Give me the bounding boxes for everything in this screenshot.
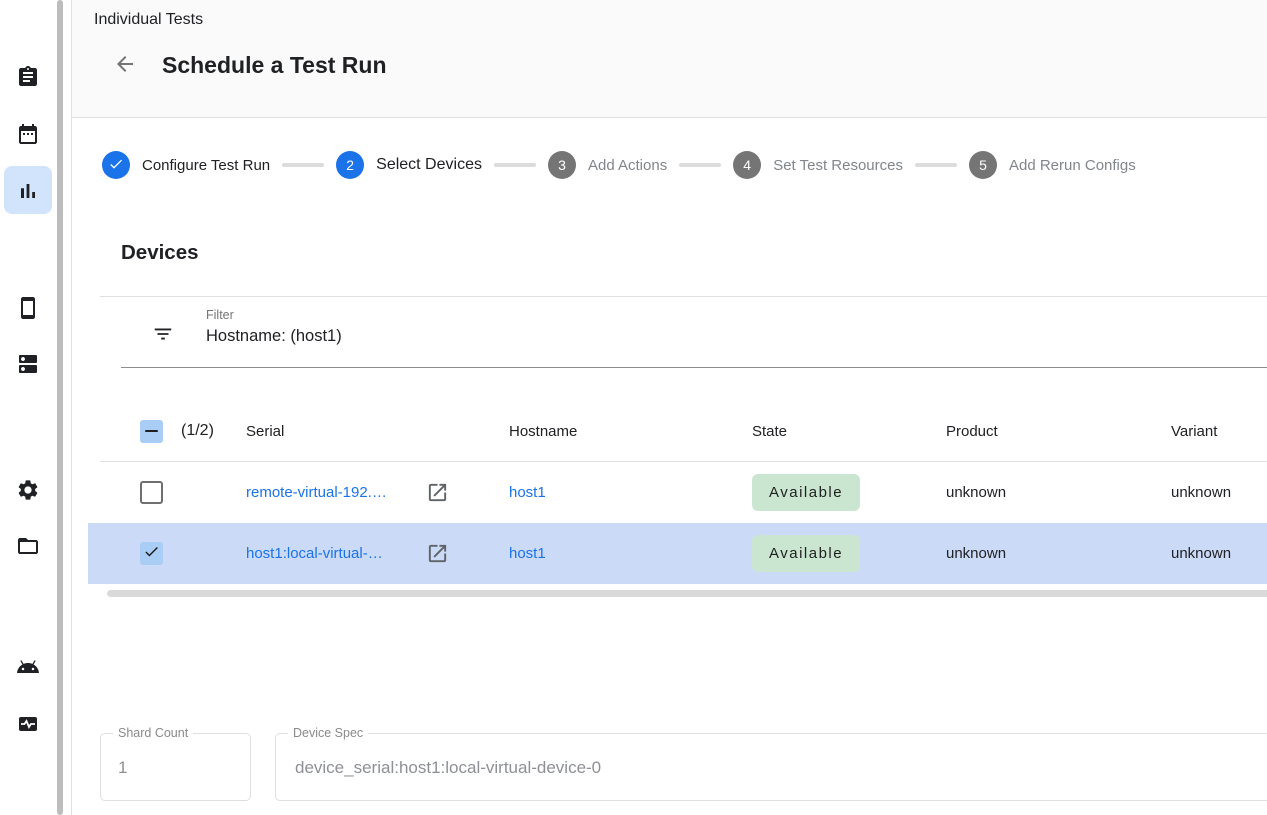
device-product: unknown — [946, 462, 1006, 523]
device-product: unknown — [946, 523, 1006, 584]
select-all-checkbox[interactable] — [140, 420, 163, 443]
step-add-rerun-configs[interactable]: 5 Add Rerun Configs — [969, 151, 1136, 179]
step-2-label: Select Devices — [376, 156, 482, 174]
app-screen: Individual Tests Schedule a Test Run Con… — [0, 0, 1267, 815]
step-4-circle: 4 — [733, 151, 761, 179]
step-select-devices[interactable]: 2 Select Devices — [336, 151, 482, 179]
sidebar-scrollbar[interactable] — [57, 0, 63, 815]
filter-underline — [121, 367, 1267, 368]
state-badge: Available — [752, 535, 860, 572]
check-icon — [108, 156, 124, 175]
horizontal-scrollbar[interactable] — [107, 590, 1267, 597]
step-connector — [282, 163, 324, 167]
row-checkbox-checked[interactable] — [140, 542, 163, 565]
device-variant: unknown — [1171, 462, 1231, 523]
bar-chart-icon[interactable] — [16, 179, 40, 203]
step-connector — [494, 163, 536, 167]
selection-count: (1/2) — [181, 400, 214, 462]
calendar-icon[interactable] — [16, 122, 40, 146]
arrow-back-icon — [113, 63, 137, 80]
device-serial-link[interactable]: remote-virtual-192.… — [246, 484, 387, 501]
state-badge: Available — [752, 474, 860, 511]
column-header-variant: Variant — [1171, 400, 1217, 462]
device-table-header: (1/2) Serial Hostname State Product Vari… — [88, 400, 1267, 462]
device-hostname-link[interactable]: host1 — [509, 484, 546, 501]
step-add-actions[interactable]: 3 Add Actions — [548, 151, 667, 179]
step-configure-test-run[interactable]: Configure Test Run — [102, 151, 270, 179]
step-5-label: Add Rerun Configs — [1009, 157, 1136, 174]
back-button[interactable] — [113, 52, 137, 76]
column-header-product: Product — [946, 400, 998, 462]
step-set-test-resources[interactable]: 4 Set Test Resources — [733, 151, 903, 179]
row-checkbox[interactable] — [140, 481, 163, 504]
step-3-circle: 3 — [548, 151, 576, 179]
column-header-state: State — [752, 400, 787, 462]
folder-icon[interactable] — [16, 534, 40, 558]
device-spec-input[interactable]: device_serial:host1:local-virtual-device… — [295, 758, 601, 778]
device-hostname-link[interactable]: host1 — [509, 545, 546, 562]
devices-heading: Devices — [121, 241, 199, 265]
indeterminate-dash-icon — [145, 430, 158, 433]
device-row[interactable]: remote-virtual-192.… host1 Available unk… — [88, 462, 1267, 523]
smartphone-icon[interactable] — [16, 296, 40, 320]
check-icon — [143, 543, 160, 564]
device-row-selected[interactable]: host1:local-virtual-… host1 Available un… — [88, 523, 1267, 584]
device-spec-label: Device Spec — [288, 726, 368, 740]
column-header-serial: Serial — [246, 400, 284, 462]
stepper: Configure Test Run 2 Select Devices 3 Ad… — [72, 151, 1267, 179]
step-5-circle: 5 — [969, 151, 997, 179]
clipboard-icon[interactable] — [16, 65, 40, 89]
open-in-new-icon[interactable] — [426, 481, 449, 504]
step-1-circle — [102, 151, 130, 179]
server-icon[interactable] — [16, 352, 40, 376]
page-header: Individual Tests Schedule a Test Run — [72, 0, 1267, 118]
content-divider — [71, 0, 72, 815]
sidebar — [0, 0, 56, 815]
step-3-label: Add Actions — [588, 157, 667, 174]
activity-icon[interactable] — [16, 712, 40, 736]
breadcrumb: Individual Tests — [94, 11, 203, 29]
filter-input[interactable]: Hostname: (host1) — [206, 327, 342, 346]
step-connector — [915, 163, 957, 167]
gear-icon[interactable] — [16, 478, 40, 502]
page-title: Schedule a Test Run — [162, 52, 387, 79]
shard-count-field[interactable]: Shard Count 1 — [100, 733, 251, 801]
device-serial-link[interactable]: host1:local-virtual-… — [246, 545, 383, 562]
column-header-hostname: Hostname — [509, 400, 577, 462]
filter-label: Filter — [206, 308, 234, 322]
filter-icon — [152, 323, 174, 345]
device-spec-field[interactable]: Device Spec device_serial:host1:local-vi… — [275, 733, 1267, 801]
android-icon[interactable] — [16, 655, 40, 679]
step-2-circle: 2 — [336, 151, 364, 179]
device-variant: unknown — [1171, 523, 1231, 584]
step-4-label: Set Test Resources — [773, 157, 903, 174]
shard-count-input[interactable]: 1 — [118, 758, 127, 778]
step-connector — [679, 163, 721, 167]
step-1-label: Configure Test Run — [142, 157, 270, 174]
open-in-new-icon[interactable] — [426, 542, 449, 565]
shard-count-label: Shard Count — [113, 726, 193, 740]
device-filter-field[interactable]: Filter Hostname: (host1) — [100, 296, 1267, 368]
